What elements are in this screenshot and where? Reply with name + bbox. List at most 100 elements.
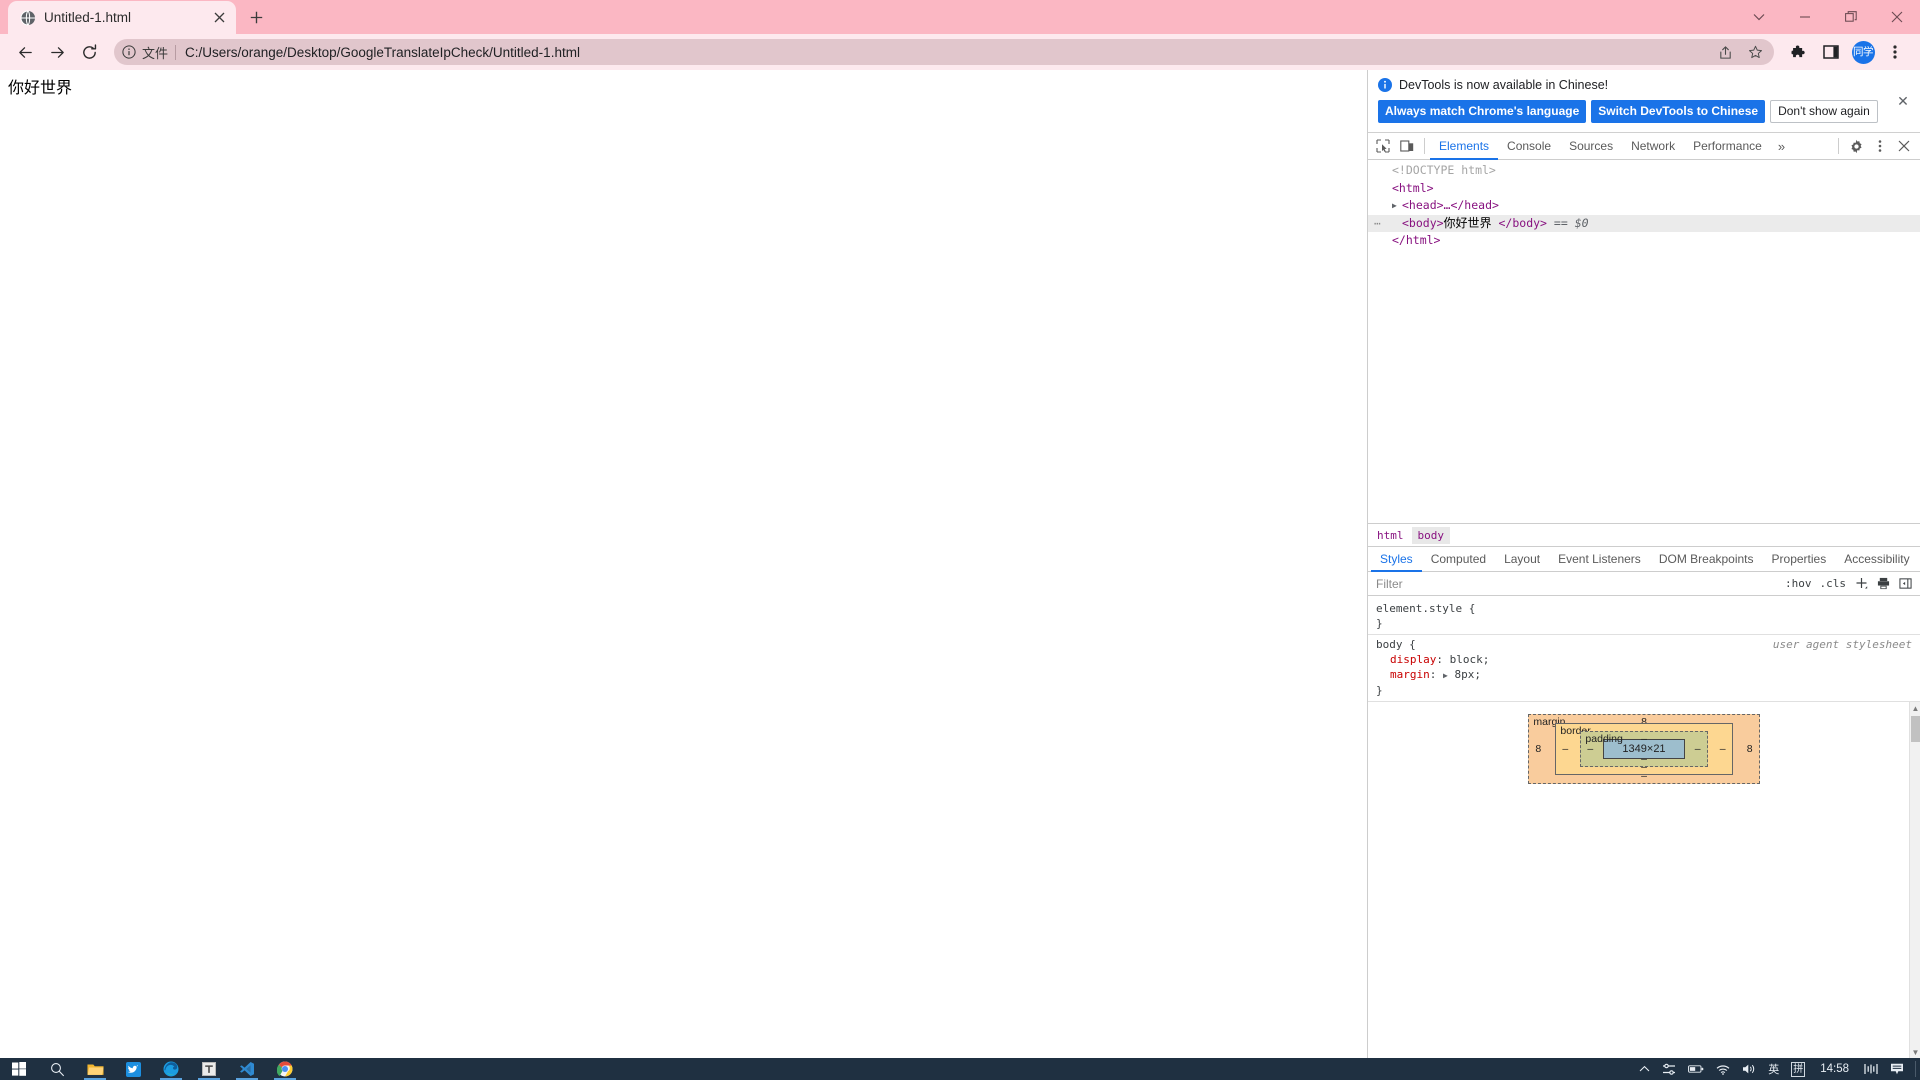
- tab-console[interactable]: Console: [1498, 133, 1560, 160]
- extensions-button[interactable]: [1784, 37, 1814, 67]
- chrome-button[interactable]: [266, 1058, 304, 1080]
- dom-row-body-selected[interactable]: ⋯ <body> 你好世界 </body> == $0: [1368, 214, 1920, 233]
- tab-dom-breakpoints[interactable]: DOM Breakpoints: [1650, 546, 1763, 572]
- notification-center-button[interactable]: [1885, 1058, 1909, 1080]
- minimize-button[interactable]: [1782, 0, 1828, 34]
- dom-row[interactable]: </html>: [1368, 232, 1920, 250]
- start-button[interactable]: [0, 1058, 38, 1080]
- styles-scrollbar[interactable]: ▲ ▼: [1909, 702, 1920, 1058]
- rule-selector[interactable]: element.style {: [1376, 601, 1912, 616]
- tab-layout[interactable]: Layout: [1495, 546, 1549, 572]
- border-right-value[interactable]: –: [1720, 743, 1726, 755]
- side-panel-button[interactable]: [1816, 37, 1846, 67]
- chrome-menu-button[interactable]: [1880, 37, 1910, 67]
- breadcrumb-item-html[interactable]: html: [1371, 527, 1410, 544]
- forward-button[interactable]: [42, 37, 72, 67]
- battery-button[interactable]: [1683, 1058, 1709, 1080]
- device-toolbar-button[interactable]: [1395, 134, 1419, 158]
- styles-filter-input[interactable]: Filter: [1376, 577, 1783, 591]
- devtools-kebab-menu-button[interactable]: [1868, 134, 1892, 158]
- tab-sources[interactable]: Sources: [1560, 133, 1622, 160]
- back-button[interactable]: [10, 37, 40, 67]
- share-button[interactable]: [1712, 39, 1738, 65]
- scroll-down-arrow-icon[interactable]: ▼: [1910, 1046, 1920, 1058]
- margin-left-value[interactable]: 8: [1535, 743, 1541, 755]
- toggle-class-button[interactable]: .cls: [1818, 577, 1849, 590]
- css-property-value[interactable]: 8px: [1454, 668, 1474, 681]
- site-info-button[interactable]: [116, 41, 142, 63]
- padding-bottom-value[interactable]: –: [1641, 753, 1647, 765]
- show-hidden-icons-button[interactable]: [1634, 1058, 1655, 1080]
- border-left-value[interactable]: –: [1562, 743, 1568, 755]
- volume-button[interactable]: [1737, 1058, 1761, 1080]
- css-property-value[interactable]: block: [1450, 653, 1483, 666]
- tab-search-button[interactable]: [1736, 0, 1782, 34]
- dont-show-again-button[interactable]: Don't show again: [1770, 100, 1878, 123]
- maximize-button[interactable]: [1828, 0, 1874, 34]
- reload-button[interactable]: [74, 37, 104, 67]
- toggle-hover-state-button[interactable]: :hov: [1783, 577, 1814, 590]
- tab-accessibility[interactable]: Accessibility: [1835, 546, 1918, 572]
- devtools-settings-button[interactable]: [1844, 134, 1868, 158]
- edge-button[interactable]: [152, 1058, 190, 1080]
- search-button[interactable]: [38, 1058, 76, 1080]
- dom-html-close-tag: </html>: [1392, 233, 1441, 248]
- dom-row-gutter[interactable]: ⋯: [1374, 215, 1392, 233]
- taskbar-clock[interactable]: 14:58: [1812, 1063, 1857, 1075]
- style-rule-element-style[interactable]: element.style { }: [1368, 599, 1920, 636]
- new-style-rule-button[interactable]: [1852, 575, 1870, 593]
- vscode-button[interactable]: [228, 1058, 266, 1080]
- print-media-button[interactable]: [1874, 575, 1892, 593]
- breadcrumb-item-body[interactable]: body: [1411, 526, 1450, 544]
- tab-network[interactable]: Network: [1622, 133, 1684, 160]
- tab-computed[interactable]: Computed: [1422, 546, 1495, 572]
- tab-close-button[interactable]: [210, 9, 228, 27]
- tab-styles[interactable]: Styles: [1371, 546, 1422, 572]
- ime-pinyin-indicator[interactable]: 拼: [1786, 1058, 1810, 1080]
- network-settings-button[interactable]: [1657, 1058, 1681, 1080]
- profile-button[interactable]: 同学: [1848, 37, 1878, 67]
- computed-sidebar-toggle-button[interactable]: [1896, 575, 1914, 593]
- css-property-name[interactable]: display: [1390, 653, 1436, 666]
- browser-tab[interactable]: Untitled-1.html: [8, 1, 236, 34]
- padding-left-value[interactable]: –: [1587, 743, 1593, 755]
- tab-properties[interactable]: Properties: [1763, 546, 1836, 572]
- address-bar[interactable]: 文件 C:/Users/orange/Desktop/GoogleTransla…: [114, 39, 1774, 65]
- box-model-margin[interactable]: margin 8 8 8 – border – – – – padding – …: [1528, 714, 1760, 785]
- dom-row[interactable]: <!DOCTYPE html>: [1368, 162, 1920, 180]
- scrollbar-thumb[interactable]: [1911, 716, 1920, 743]
- expand-arrow-icon[interactable]: ▶: [1392, 197, 1402, 215]
- new-tab-button[interactable]: [242, 3, 270, 31]
- style-rule-body[interactable]: body { user agent stylesheet display: bl…: [1368, 635, 1920, 703]
- wifi-button[interactable]: [1711, 1058, 1735, 1080]
- css-declaration-margin[interactable]: margin: ▶ 8px;: [1376, 667, 1912, 683]
- box-model-padding[interactable]: padding – – – – 1349×21: [1580, 731, 1708, 768]
- close-window-button[interactable]: [1874, 0, 1920, 34]
- tab-performance[interactable]: Performance: [1684, 133, 1771, 160]
- inspect-element-button[interactable]: [1371, 134, 1395, 158]
- dom-row[interactable]: <html>: [1368, 180, 1920, 198]
- switch-devtools-chinese-button[interactable]: Switch DevTools to Chinese: [1591, 100, 1766, 123]
- more-tabs-button[interactable]: »: [1771, 139, 1792, 154]
- scroll-up-arrow-icon[interactable]: ▲: [1910, 702, 1920, 714]
- always-match-language-button[interactable]: Always match Chrome's language: [1378, 100, 1587, 123]
- margin-right-value[interactable]: 8: [1747, 743, 1753, 755]
- css-property-name[interactable]: margin: [1390, 668, 1430, 681]
- dom-tree[interactable]: <!DOCTYPE html> <html> ▶ <head>…</head> …: [1368, 160, 1920, 523]
- devtools-close-button[interactable]: [1892, 134, 1916, 158]
- banner-close-button[interactable]: ✕: [1894, 92, 1912, 110]
- dom-row[interactable]: ▶ <head>…</head>: [1368, 197, 1920, 215]
- audio-meter-button[interactable]: [1859, 1058, 1883, 1080]
- tab-event-listeners[interactable]: Event Listeners: [1549, 546, 1650, 572]
- padding-right-value[interactable]: –: [1695, 743, 1701, 755]
- file-explorer-button[interactable]: [76, 1058, 114, 1080]
- tab-elements[interactable]: Elements: [1430, 133, 1498, 160]
- ime-language-indicator[interactable]: 英: [1763, 1058, 1784, 1080]
- padding-top-value[interactable]: –: [1641, 733, 1647, 745]
- rule-origin-label[interactable]: user agent stylesheet: [1773, 637, 1912, 652]
- bird-app-button[interactable]: [114, 1058, 152, 1080]
- bookmark-button[interactable]: [1742, 39, 1768, 65]
- css-declaration-display[interactable]: display: block;: [1376, 652, 1912, 667]
- typora-button[interactable]: [190, 1058, 228, 1080]
- box-model-border[interactable]: border – – – – padding – – – – 1349×21: [1555, 723, 1733, 776]
